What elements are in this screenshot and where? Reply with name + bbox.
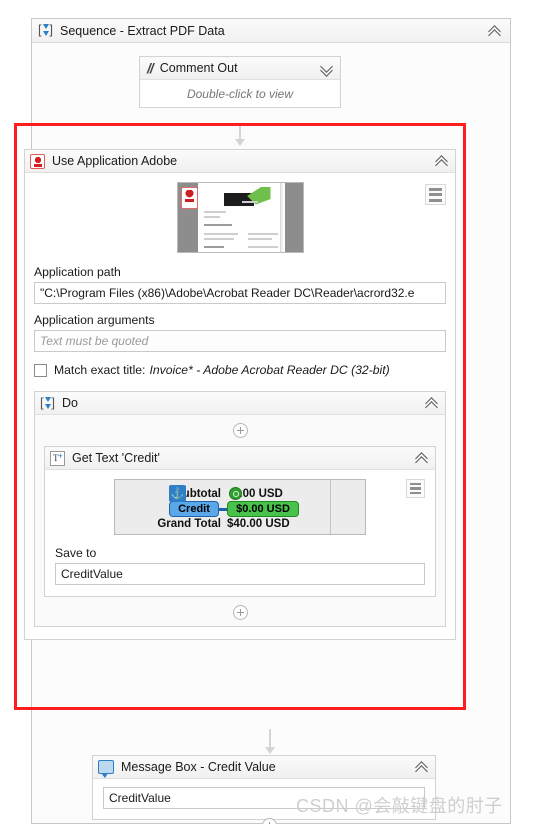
match-exact-title-label: Match exact title: [54, 363, 146, 377]
capture-grandtotal-value: $40.00 USD [227, 518, 290, 530]
get-text-capture-preview[interactable]: Subtotal 0.00 USD Grand Total $40.00 USD [114, 479, 366, 535]
watermark-latin: CSDN @ [296, 796, 374, 816]
application-path-input[interactable]: "C:\Program Files (x86)\Adobe\Acrobat Re… [34, 282, 446, 304]
application-path-label: Application path [34, 265, 121, 279]
get-text-capture-row: Subtotal 0.00 USD Grand Total $40.00 USD [55, 479, 425, 537]
comment-out-title: Comment Out [159, 61, 238, 75]
get-text-card: T Get Text 'Credit' Subtotal [44, 446, 436, 597]
thumbnail-page [197, 183, 285, 252]
capture-inner: Subtotal 0.00 USD Grand Total $40.00 USD [115, 480, 331, 534]
get-text-collapse-chevron-up-icon[interactable] [416, 451, 430, 465]
match-exact-title-checkbox[interactable] [34, 363, 47, 377]
plus-icon [232, 423, 248, 438]
comment-out-body-text[interactable]: Double-click to view [140, 80, 340, 107]
save-to-input[interactable]: CreditValue [55, 563, 425, 585]
use-application-hamburger-menu-icon[interactable] [425, 184, 446, 205]
message-box-title: Message Box - Credit Value [121, 760, 276, 774]
use-application-header[interactable]: Use Application Adobe [25, 150, 455, 173]
add-activity-button-bottom[interactable] [262, 818, 277, 824]
capture-row-subtotal: Subtotal 0.00 USD [115, 488, 331, 500]
application-arguments-input[interactable]: Text must be quoted [34, 330, 446, 352]
get-text-header[interactable]: T Get Text 'Credit' [45, 447, 435, 470]
add-activity-button-do-bottom[interactable] [44, 605, 436, 620]
capture-target-value-pill: $0.00 USD [227, 501, 299, 517]
do-block-title: Do [62, 396, 78, 410]
do-block-collapse-chevron-up-icon[interactable] [426, 396, 440, 410]
sequence-collapse-chevron-up-icon[interactable] [489, 24, 503, 38]
application-arguments-label: Application arguments [34, 313, 155, 327]
adobe-window-thumbnail[interactable] [176, 182, 304, 253]
sequence-icon [38, 22, 53, 38]
get-text-body: Subtotal 0.00 USD Grand Total $40.00 USD [45, 470, 435, 596]
sequence-title: Sequence - Extract PDF Data [60, 23, 225, 38]
adobe-pdf-icon [30, 153, 45, 169]
capture-row-grand-total: Grand Total $40.00 USD [115, 518, 331, 530]
match-exact-title-row[interactable]: Match exact title: Invoice* - Adobe Acro… [34, 363, 446, 377]
comment-slashes-icon: // [147, 60, 154, 76]
comment-out-card: // Comment Out Double-click to view [139, 56, 341, 108]
comment-out-header[interactable]: // Comment Out [140, 57, 340, 80]
plus-icon [262, 818, 277, 824]
plus-icon [232, 605, 248, 620]
get-text-title: Get Text 'Credit' [72, 451, 160, 465]
thumbnail-scrollbar [279, 183, 283, 252]
do-block-body: T Get Text 'Credit' Subtotal [35, 415, 445, 626]
target-indicator-icon [229, 487, 242, 500]
add-activity-button-do-top[interactable] [44, 423, 436, 438]
save-to-label: Save to [55, 546, 97, 560]
message-box-icon [98, 760, 114, 778]
thumbnail-pdf-icon [180, 187, 198, 209]
csdn-watermark: CSDN @会敲键盘的肘子 [296, 792, 503, 818]
use-application-title: Use Application Adobe [52, 154, 178, 168]
match-exact-title-value: Invoice* - Adobe Acrobat Reader DC (32-b… [149, 363, 390, 377]
sequence-icon-do [40, 395, 55, 411]
watermark-cjk: 会敲键盘的肘子 [373, 796, 503, 817]
capture-subtotal-value: 0.00 USD [233, 488, 283, 500]
connector-arrow-adobe-to-messagebox [265, 729, 275, 754]
message-box-header[interactable]: Message Box - Credit Value [93, 756, 435, 779]
sequence-header[interactable]: Sequence - Extract PDF Data [32, 19, 510, 43]
connector-arrow-comment-to-adobe [235, 124, 245, 146]
use-application-adobe-card: Use Application Adobe Application path "… [24, 149, 456, 640]
screenshot-canvas: Sequence - Extract PDF Data // Comment O… [0, 0, 537, 824]
message-box-collapse-chevron-up-icon[interactable] [416, 760, 430, 774]
anchor-icon: ⚓ [169, 485, 186, 502]
adobe-thumbnail-row [34, 182, 446, 256]
use-application-body: Application path "C:\Program Files (x86)… [25, 173, 455, 639]
do-block-card: Do T Get Text 'Credit' [34, 391, 446, 627]
get-text-icon: T [50, 450, 65, 466]
comment-out-expand-chevron-down-icon[interactable] [321, 61, 335, 75]
use-application-collapse-chevron-up-icon[interactable] [436, 154, 450, 168]
capture-anchor-pill: Credit [169, 501, 219, 517]
do-block-header[interactable]: Do [35, 392, 445, 415]
get-text-hamburger-menu-icon[interactable] [406, 479, 425, 498]
capture-grandtotal-label: Grand Total [157, 518, 221, 530]
